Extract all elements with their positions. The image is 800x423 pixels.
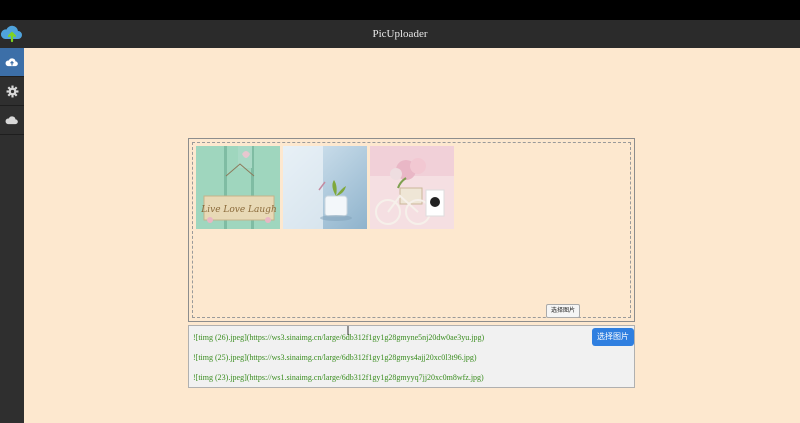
gear-icon	[6, 85, 18, 97]
app-title: PicUploader	[372, 28, 428, 40]
choose-image-small-button[interactable]: 选择图片	[545, 304, 580, 318]
cloud-icon	[5, 116, 18, 125]
sidebar-item-upload[interactable]	[0, 48, 24, 76]
thumbnail-flower-bicycle[interactable]	[370, 146, 454, 229]
upload-drop-area[interactable]: Live Love Laugh 选择图片	[188, 138, 635, 322]
sidebar	[0, 48, 24, 423]
cloud-upload-icon	[5, 58, 18, 67]
sidebar-item-cloud[interactable]	[0, 106, 24, 134]
image-preview	[370, 146, 454, 229]
result-link-line[interactable]: ![timg (25).jpeg](https://ws3.sinaimg.cn…	[193, 353, 477, 362]
title-bar: PicUploader	[0, 20, 800, 48]
svg-text:Live Love Laugh: Live Love Laugh	[200, 205, 277, 215]
sidebar-divider	[0, 134, 24, 135]
text-cursor-icon	[347, 326, 349, 335]
result-link-line[interactable]: ![timg (26).jpeg](https://ws3.sinaimg.cn…	[193, 333, 484, 342]
os-top-bar	[0, 0, 800, 20]
app-logo-cloud-icon	[0, 25, 22, 43]
thumbnail-sign-door[interactable]: Live Love Laugh	[196, 146, 280, 229]
image-preview: Live Love Laugh	[196, 146, 280, 229]
upload-results-panel[interactable]: ![timg (26).jpeg](https://ws3.sinaimg.cn…	[188, 325, 635, 388]
choose-image-button[interactable]: 选择图片	[592, 328, 634, 346]
thumbnail-plant-pot[interactable]	[283, 146, 367, 229]
image-preview	[283, 146, 367, 229]
sidebar-item-settings[interactable]	[0, 77, 24, 105]
result-link-line[interactable]: ![timg (23).jpeg](https://ws1.sinaimg.cn…	[193, 373, 484, 382]
